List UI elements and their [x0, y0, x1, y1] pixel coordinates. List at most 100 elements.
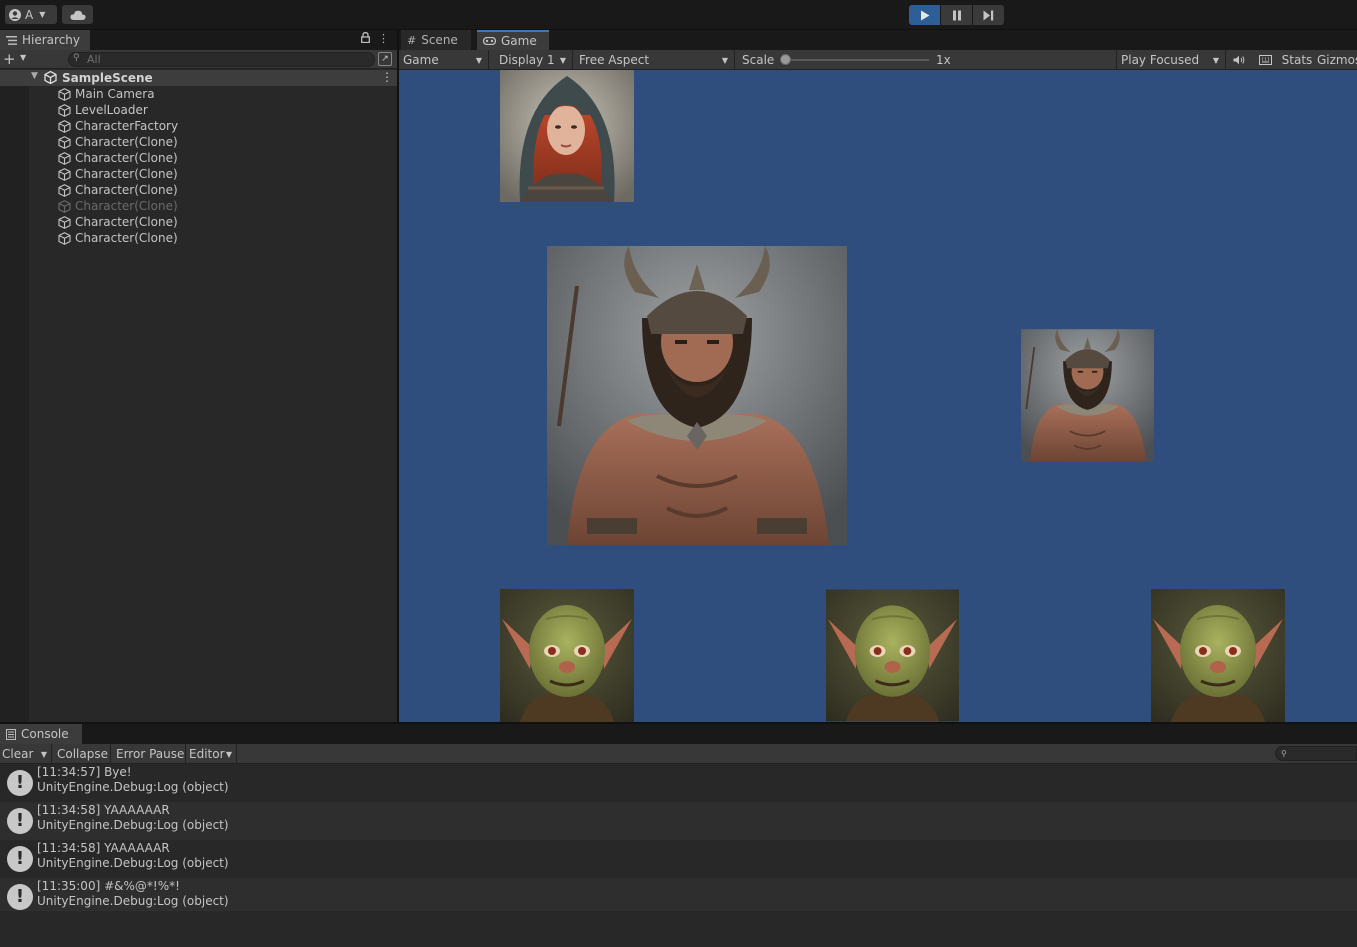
error-pause-toggle[interactable]: Error Pause — [112, 744, 186, 764]
scale-slider-track[interactable] — [785, 59, 929, 61]
game-tab-label: Game — [501, 34, 537, 48]
chevron-down-icon: ▼ — [225, 750, 232, 759]
goblin-sprite-3 — [1151, 589, 1285, 722]
chevron-down-icon: ▼ — [475, 56, 482, 65]
more-vertical-icon[interactable]: ⋮ — [381, 70, 393, 84]
collapse-toggle[interactable]: Collapse — [53, 744, 111, 764]
step-button[interactable] — [973, 5, 1004, 25]
game-toolbar: Game ▼ Display 1 ▼ Free Aspect ▼ Scale 1… — [399, 50, 1357, 70]
hierarchy-item[interactable]: Character(Clone) — [58, 230, 178, 246]
red-haired-woman-image — [500, 70, 634, 202]
hierarchy-gutter — [0, 70, 29, 722]
play-mode-dropdown[interactable]: Play Focused ▼ — [1116, 50, 1226, 70]
gizmos-button[interactable]: Gizmos — [1317, 50, 1357, 70]
cloud-button[interactable] — [62, 5, 93, 24]
hierarchy-search-input[interactable]: All — [68, 52, 375, 67]
hierarchy-item[interactable]: Character(Clone) — [58, 182, 178, 198]
hierarchy-item-label: Character(Clone) — [75, 183, 178, 197]
hierarchy-item-label: LevelLoader — [75, 103, 148, 117]
goblin-sprite-2 — [826, 589, 959, 722]
hierarchy-item[interactable]: Character(Clone) — [58, 198, 178, 214]
gameobject-cube-icon — [58, 87, 71, 101]
scene-tab-label: Scene — [421, 33, 458, 47]
scene-row[interactable]: ▼ SampleScene ⋮ — [0, 70, 397, 86]
console-icon — [6, 728, 16, 740]
gameobject-cube-icon — [58, 231, 71, 245]
hierarchy-item[interactable]: Character(Clone) — [58, 214, 178, 230]
tab-scene[interactable]: # Scene — [401, 30, 471, 50]
hierarchy-item-label: CharacterFactory — [75, 119, 179, 133]
account-button[interactable]: A ▼ — [5, 5, 57, 24]
grid-icon: # — [407, 33, 417, 47]
tab-console[interactable]: Console — [0, 724, 82, 744]
scene-visibility-toggle-icon[interactable]: ↗ — [378, 52, 392, 66]
scale-label: Scale — [738, 50, 778, 70]
hierarchy-toolbar: + ▼ All ⚲ ↗ — [0, 50, 397, 69]
info-icon: ! — [7, 846, 33, 872]
stats-button[interactable]: Stats — [1279, 50, 1315, 70]
step-icon — [983, 10, 994, 20]
red-haired-woman-sprite — [500, 70, 634, 202]
log-message: [11:34:58] YAAAAAAR — [37, 841, 170, 855]
aspect-label: Free Aspect — [579, 53, 650, 67]
gameobject-cube-icon — [58, 135, 71, 149]
log-message: [11:34:58] YAAAAAAR — [37, 803, 170, 817]
expand-caret-icon[interactable]: ▼ — [31, 71, 38, 81]
log-source: UnityEngine.Debug:Log (object) — [37, 780, 229, 794]
collapse-label: Collapse — [57, 747, 108, 761]
aspect-dropdown[interactable]: Free Aspect ▼ — [575, 50, 735, 70]
hierarchy-item-label: Main Camera — [75, 87, 155, 101]
tab-game[interactable]: Game — [477, 30, 549, 50]
hierarchy-item[interactable]: Character(Clone) — [58, 150, 178, 166]
hierarchy-item[interactable]: LevelLoader — [58, 102, 148, 118]
gizmos-label: Gizmos — [1317, 53, 1357, 67]
gameobject-cube-icon — [58, 103, 71, 117]
playmode-controls — [909, 5, 1004, 25]
log-source: UnityEngine.Debug:Log (object) — [37, 856, 229, 870]
hierarchy-item-label: Character(Clone) — [75, 199, 178, 213]
console-log-entry[interactable]: ! [11:34:58] YAAAAAAR UnityEngine.Debug:Lo… — [0, 840, 1357, 878]
scale-slider-handle[interactable] — [780, 54, 791, 65]
hierarchy-item[interactable]: Main Camera — [58, 86, 155, 102]
editor-dropdown[interactable]: Editor ▼ — [187, 744, 237, 764]
info-icon: ! — [7, 770, 33, 796]
clear-label: Clear — [2, 747, 34, 761]
goblin-image — [826, 589, 959, 722]
clear-button[interactable]: Clear ▼ — [0, 744, 52, 764]
chevron-down-icon[interactable]: ▼ — [20, 53, 26, 62]
gameobject-cube-icon — [58, 215, 71, 229]
add-icon[interactable]: + — [3, 51, 16, 67]
mute-audio-button[interactable] — [1229, 50, 1249, 70]
gameobject-cube-icon — [58, 183, 71, 197]
hierarchy-item[interactable]: CharacterFactory — [58, 118, 178, 134]
console-log-entry[interactable]: ! [11:34:58] YAAAAAAR UnityEngine.Debug:Lo… — [0, 802, 1357, 840]
gameobject-cube-icon — [58, 119, 71, 133]
viking-warrior-large-sprite — [547, 246, 847, 545]
display-label: Display 1 — [499, 53, 555, 67]
chevron-down-icon: ▼ — [39, 10, 46, 19]
hierarchy-item-label: Character(Clone) — [75, 167, 178, 181]
view-tabbar: # Scene Game — [399, 30, 1357, 50]
goblin-image — [500, 589, 634, 722]
log-source: UnityEngine.Debug:Log (object) — [37, 818, 229, 832]
hierarchy-item[interactable]: Character(Clone) — [58, 166, 178, 182]
info-icon: ! — [7, 808, 33, 834]
display-dropdown[interactable]: Display 1 ▼ — [495, 50, 573, 70]
play-button[interactable] — [909, 5, 940, 25]
console-panel: Console Clear ▼ Collapse Error Pause Edi… — [0, 724, 1357, 947]
search-icon: ⚲ — [1281, 749, 1287, 758]
game-type-dropdown[interactable]: Game ▼ — [399, 50, 489, 70]
tab-hierarchy[interactable]: Hierarchy — [0, 30, 90, 50]
hierarchy-panel: Hierarchy ⋮ + ▼ All ⚲ ↗ ▼ SampleScene ⋮ … — [0, 30, 397, 722]
console-search-input[interactable]: ⚲ — [1275, 746, 1357, 761]
game-canvas[interactable] — [399, 70, 1357, 722]
more-vertical-icon[interactable]: ⋮ — [378, 32, 389, 45]
unity-scene-icon — [44, 71, 57, 84]
console-log-entry[interactable]: ! [11:34:57] Bye! UnityEngine.Debug:Log (o… — [0, 764, 1357, 802]
pause-button[interactable] — [941, 5, 972, 25]
hierarchy-item[interactable]: Character(Clone) — [58, 134, 178, 150]
chevron-down-icon[interactable]: ▼ — [41, 750, 47, 759]
lock-icon[interactable] — [361, 32, 370, 43]
hierarchy-item-label: Character(Clone) — [75, 135, 178, 149]
keyboard-shortcuts-button[interactable] — [1256, 50, 1274, 70]
